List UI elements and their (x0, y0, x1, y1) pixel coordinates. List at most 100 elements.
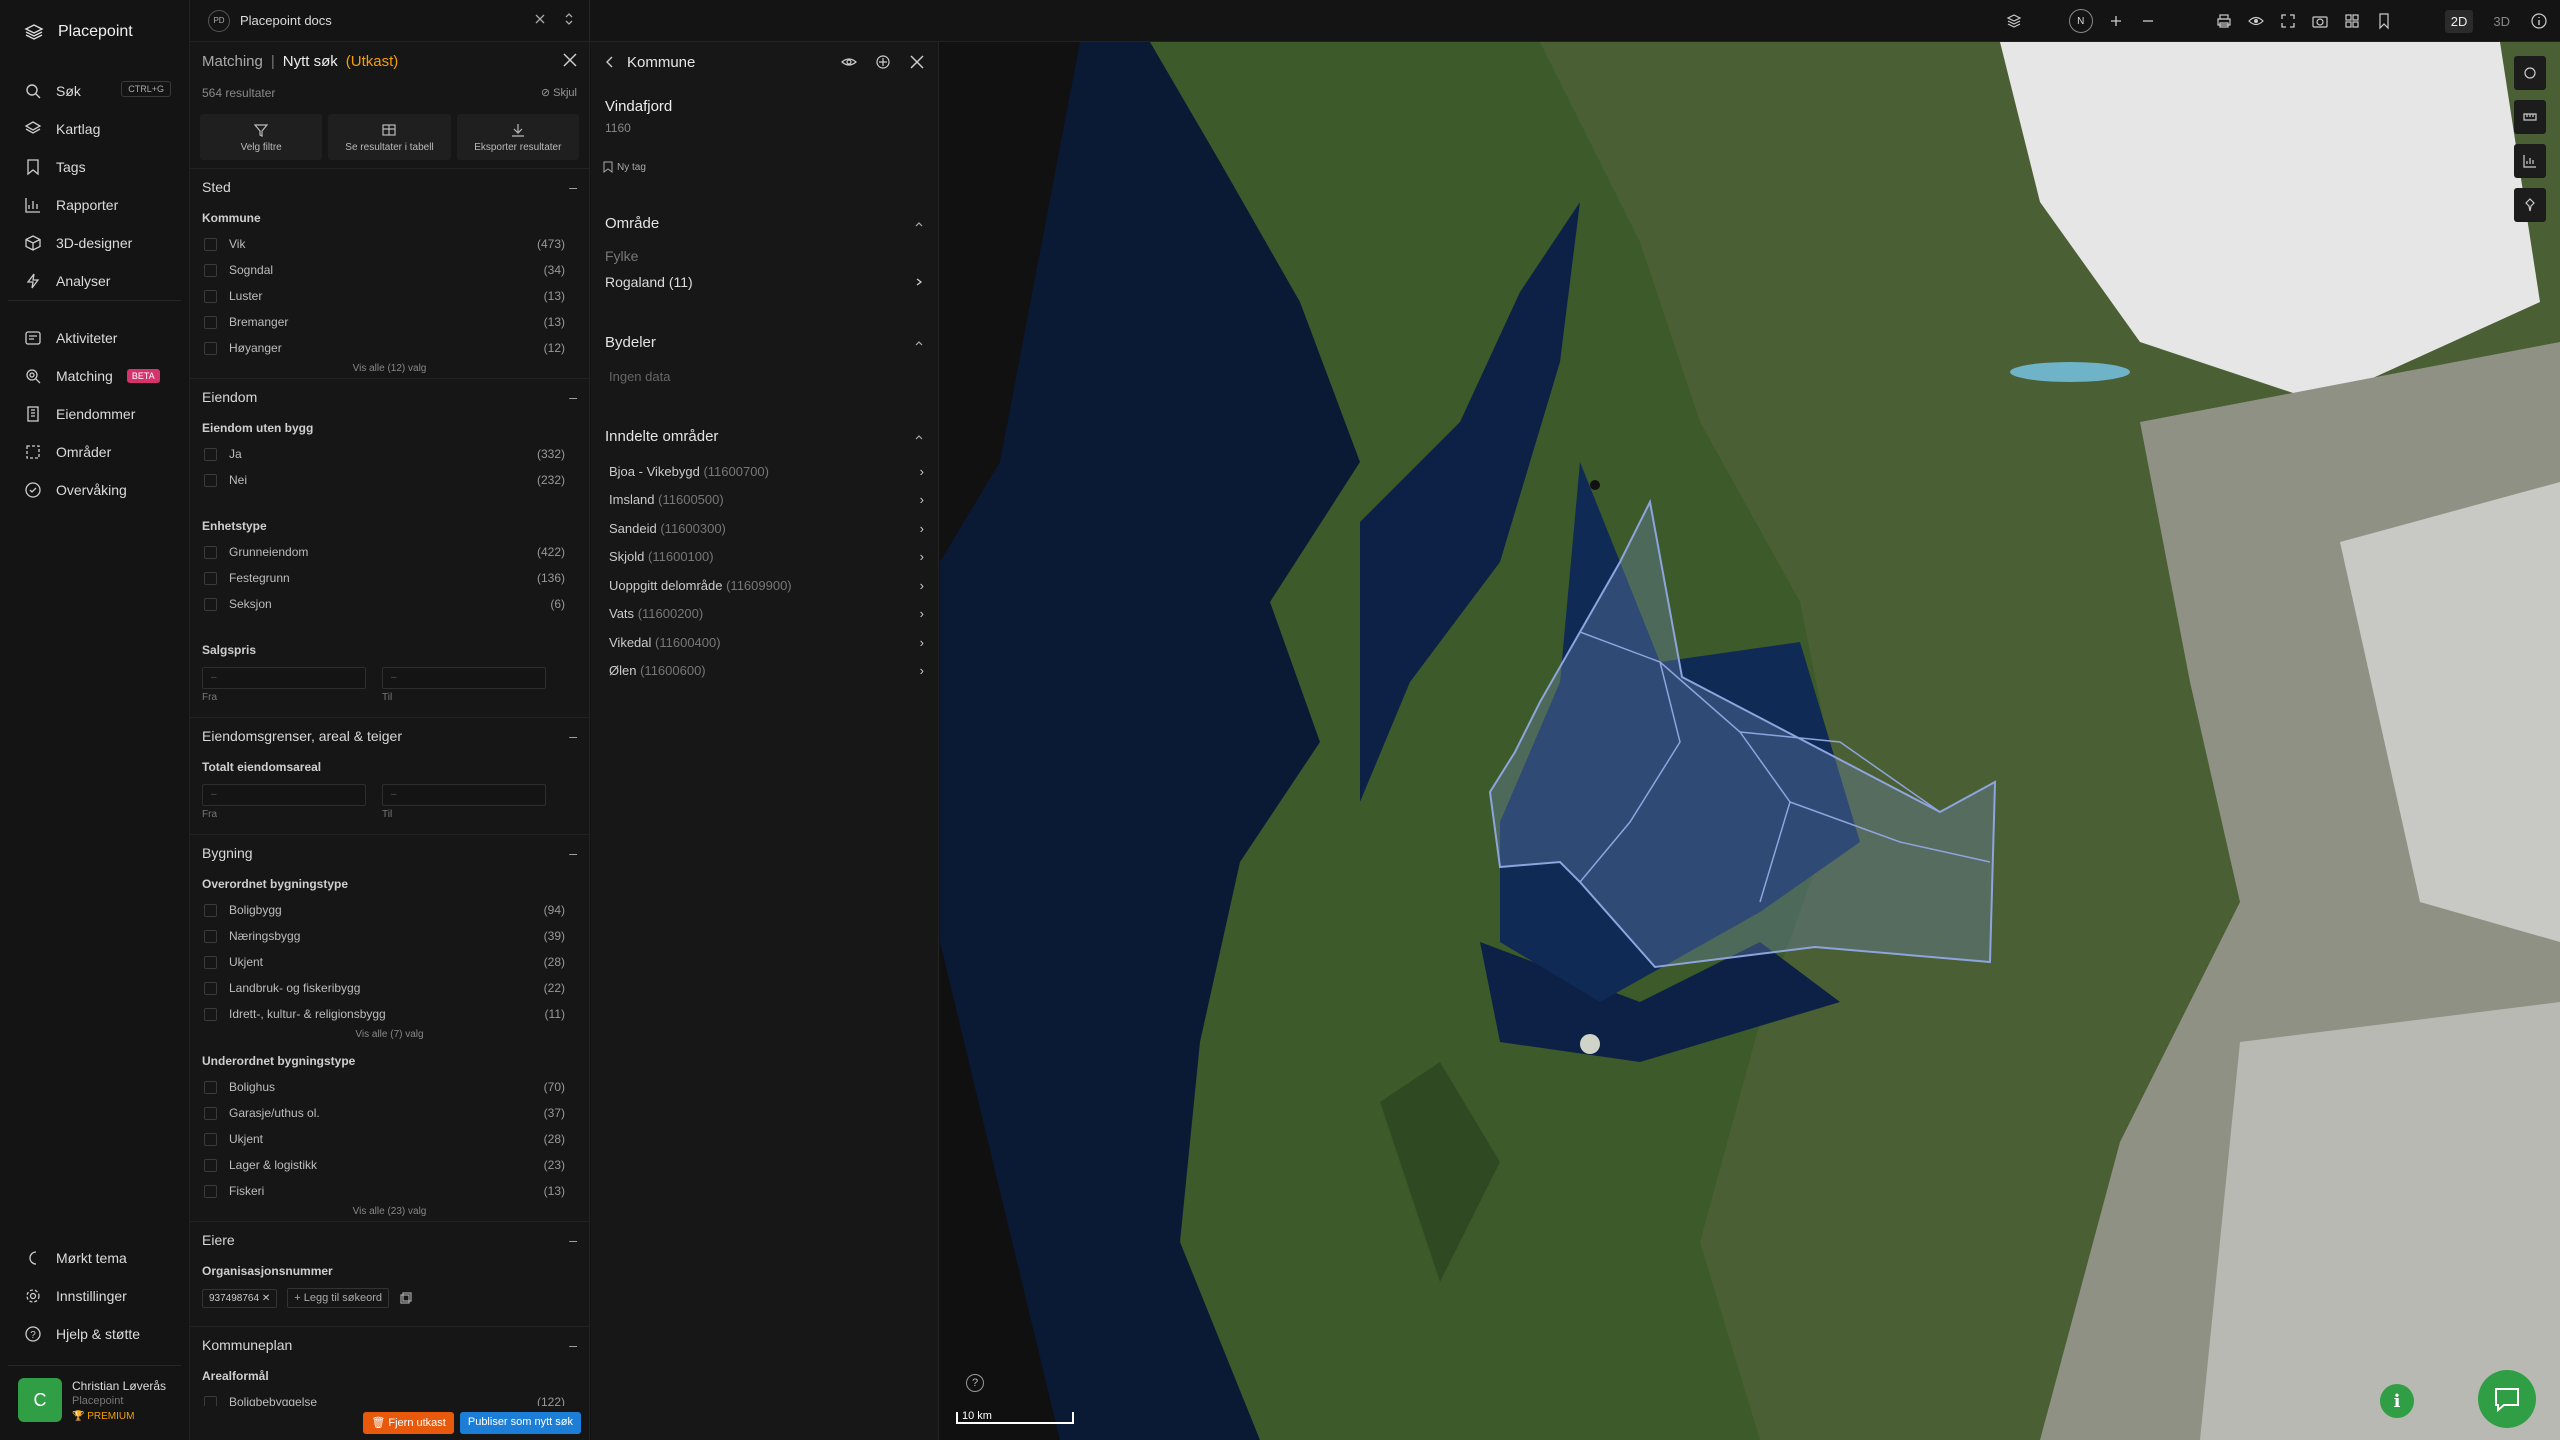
list-item[interactable]: Ølen (11600600) › (591, 657, 938, 686)
checkbox[interactable] (204, 903, 217, 917)
list-item[interactable]: Lager & logistikk (23) (190, 1152, 589, 1178)
section-omrade[interactable]: Område (591, 191, 938, 244)
checkbox[interactable] (204, 1080, 217, 1094)
nav-item-3d-designer[interactable]: 3D-designer (8, 224, 181, 262)
checkbox[interactable] (204, 237, 217, 251)
checkbox[interactable] (204, 981, 217, 995)
nav-item-settings[interactable]: Innstillinger (8, 1277, 181, 1315)
workspace-selector[interactable]: PD Placepoint docs (190, 0, 590, 42)
area-from-input[interactable]: – (202, 784, 366, 806)
list-item[interactable]: Vikedal (11600400) › (591, 628, 938, 657)
nav-item-matching[interactable]: Matching BETA (8, 357, 181, 395)
measure-tool-button[interactable] (2514, 100, 2546, 134)
breadcrumb-matching[interactable]: Matching (202, 53, 263, 70)
checkbox[interactable] (204, 473, 217, 487)
list-item[interactable]: Høyanger (12) (190, 335, 589, 361)
list-item[interactable]: Nei (232) (190, 467, 589, 493)
nav-item-help[interactable]: ? Hjelp & støtte (8, 1315, 181, 1353)
list-item[interactable]: Boligbygg (94) (190, 897, 589, 923)
checkbox[interactable] (204, 289, 217, 303)
copy-icon[interactable] (399, 1291, 413, 1305)
list-item[interactable]: Landbruk- og fiskeribygg (22) (190, 975, 589, 1001)
compass-icon[interactable]: N (2068, 9, 2093, 33)
price-from-input[interactable]: – (202, 667, 366, 689)
elevation-tool-button[interactable] (2514, 144, 2546, 178)
nav-item-analyser[interactable]: Analyser (8, 262, 181, 300)
checkbox[interactable] (204, 315, 217, 329)
nav-item-overvaking[interactable]: Overvåking (8, 471, 181, 509)
section-header[interactable]: Eiere – (190, 1221, 589, 1254)
checkbox[interactable] (204, 597, 217, 611)
list-item[interactable]: Grunneiendom (422) (190, 539, 589, 565)
list-item[interactable]: Seksjon (6) (190, 591, 589, 617)
checkbox[interactable] (204, 1007, 217, 1021)
section-header[interactable]: Sted – (190, 168, 589, 201)
checkbox[interactable] (204, 545, 217, 559)
section-header[interactable]: Bygning – (190, 834, 589, 867)
org-chip[interactable]: 937498764 ✕ (202, 1288, 278, 1308)
list-item[interactable]: Festegrunn (136) (190, 565, 589, 591)
list-item[interactable]: Uoppgitt delområde (11609900) › (591, 571, 938, 600)
bookmark-icon[interactable] (2375, 12, 2393, 30)
list-item[interactable]: Vats (11600200) › (591, 600, 938, 629)
publish-button[interactable]: Publiser som nytt søk (459, 1412, 581, 1434)
new-tag-button[interactable]: Ny tag (591, 141, 938, 191)
user-profile[interactable]: C Christian Løverås Placepoint 🏆 PREMIUM (8, 1365, 181, 1440)
section-bydeler[interactable]: Bydeler (591, 296, 938, 363)
list-item[interactable]: Ja (332) (190, 441, 589, 467)
map-view[interactable]: ? 10 km i (940, 42, 2560, 1440)
checkbox[interactable] (204, 1158, 217, 1172)
section-header[interactable]: Eiendom – (190, 378, 589, 411)
checkbox[interactable] (204, 263, 217, 277)
checkbox[interactable] (204, 571, 217, 585)
pin-tool-button[interactable] (2514, 188, 2546, 222)
satellite-map[interactable] (940, 42, 2560, 1440)
info-icon[interactable] (2530, 12, 2548, 30)
chevron-updown-icon[interactable] (563, 12, 575, 26)
list-item[interactable]: Bjoa - Vikebygd (11600700) › (591, 457, 938, 486)
section-inndelte[interactable]: Inndelte områder (591, 390, 938, 457)
list-item[interactable]: Imsland (11600500) › (591, 486, 938, 515)
county-link[interactable]: Rogaland (11) (591, 268, 938, 296)
list-item[interactable]: Sogndal (34) (190, 257, 589, 283)
list-item[interactable]: Idrett-, kultur- & religionsbygg (11) (190, 1001, 589, 1027)
info-button[interactable]: i (2380, 1384, 2414, 1418)
price-to-input[interactable]: – (382, 667, 546, 689)
list-item[interactable]: Sandeid (11600300) › (591, 514, 938, 543)
section-header[interactable]: Kommuneplan – (190, 1326, 589, 1359)
checkbox[interactable] (204, 447, 217, 461)
nav-item-dark-theme[interactable]: Mørkt tema (8, 1239, 181, 1277)
list-item[interactable]: Fiskeri (13) (190, 1178, 589, 1204)
show-all-link[interactable]: Vis alle (7) valg (190, 1027, 589, 1044)
grid-icon[interactable] (2343, 12, 2361, 30)
hide-toggle[interactable]: ⊘ Skjul (541, 86, 577, 100)
nav-item-eiendommer[interactable]: Eiendommer (8, 395, 181, 433)
list-item[interactable]: Ukjent (28) (190, 949, 589, 975)
checkbox[interactable] (204, 1184, 217, 1198)
list-item[interactable]: Næringsbygg (39) (190, 923, 589, 949)
checkbox[interactable] (204, 341, 217, 355)
nav-item-tags[interactable]: Tags (8, 148, 181, 186)
area-to-input[interactable]: – (382, 784, 546, 806)
section-header[interactable]: Eiendomsgrenser, areal & teiger – (190, 717, 589, 750)
nav-item-kartlag[interactable]: Kartlag (8, 110, 181, 148)
nav-item-rapporter[interactable]: Rapporter (8, 186, 181, 224)
chevron-left-icon[interactable] (603, 55, 617, 69)
list-item[interactable]: Bremanger (13) (190, 309, 589, 335)
nav-item-omrader[interactable]: Områder (8, 433, 181, 471)
add-keyword-button[interactable]: + Legg til søkeord (287, 1288, 389, 1308)
draw-tool-button[interactable] (2514, 56, 2546, 90)
help-icon[interactable]: ? (966, 1374, 984, 1392)
choose-filters-button[interactable]: Velg filtre (200, 114, 323, 160)
print-icon[interactable] (2215, 12, 2233, 30)
brand[interactable]: Placepoint (0, 0, 189, 64)
stack-icon[interactable] (2005, 12, 2023, 30)
nav-item-sok[interactable]: Søk CTRL+G (8, 72, 181, 110)
zoom-out-icon[interactable] (2139, 12, 2157, 30)
zoom-in-icon[interactable] (2107, 12, 2125, 30)
list-item[interactable]: Garasje/uthus ol. (37) (190, 1100, 589, 1126)
nav-item-aktiviteter[interactable]: Aktiviteter (8, 319, 181, 357)
camera-icon[interactable] (2311, 12, 2329, 30)
mode-2d-button[interactable]: 2D (2444, 9, 2474, 33)
close-icon[interactable] (533, 12, 547, 26)
